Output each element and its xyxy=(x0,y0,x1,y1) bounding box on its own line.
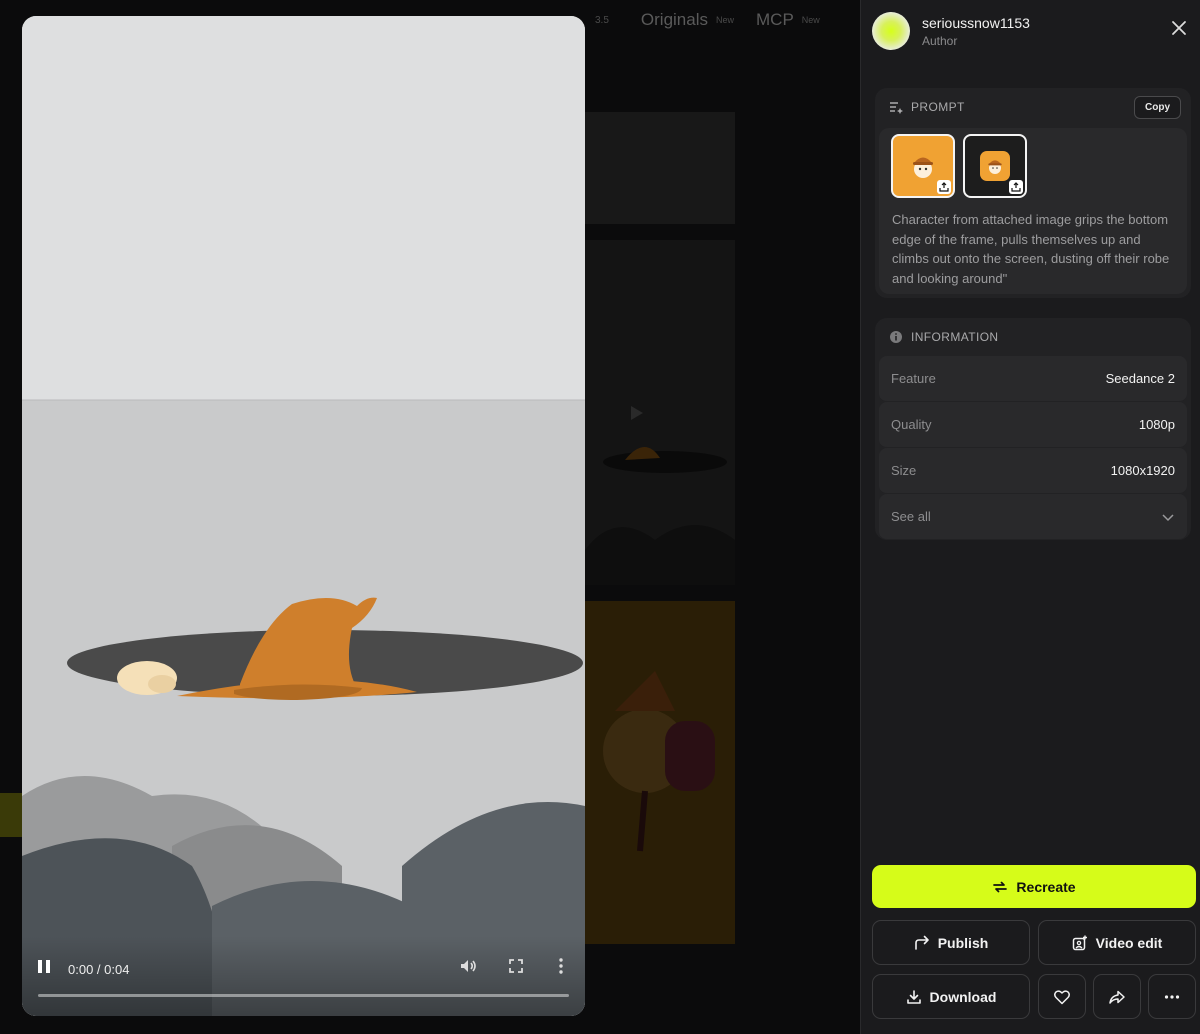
info-key: Feature xyxy=(891,371,936,386)
background-left-strip xyxy=(0,0,22,1034)
see-all-toggle[interactable]: See all xyxy=(879,494,1187,540)
upload-icon[interactable] xyxy=(937,180,951,194)
video-controls: 0:00 / 0:04 xyxy=(22,936,585,1016)
share-button[interactable] xyxy=(1093,974,1141,1019)
video-time: 0:00 / 0:04 xyxy=(68,962,130,977)
publish-button[interactable]: Publish xyxy=(872,920,1030,965)
progress-bar[interactable] xyxy=(38,994,569,997)
upload-icon[interactable] xyxy=(1009,180,1023,194)
information-card: INFORMATION Feature Seedance 2 Quality 1… xyxy=(875,318,1191,540)
background-card xyxy=(585,601,735,944)
more-options-button[interactable] xyxy=(1148,974,1196,1019)
avatar[interactable] xyxy=(872,12,910,50)
info-key: Size xyxy=(891,463,917,478)
background-nav-mcp: MCP New xyxy=(756,10,820,30)
video-player[interactable]: 0:00 / 0:04 xyxy=(22,16,585,1016)
prompt-card: PROMPT Copy Character from attached imag… xyxy=(875,88,1191,298)
background-nav-label: MCP xyxy=(756,10,794,29)
info-key: Quality xyxy=(891,417,932,432)
prompt-icon xyxy=(890,102,903,114)
reference-image-thumbnail[interactable] xyxy=(963,134,1027,198)
more-vertical-icon[interactable] xyxy=(551,956,571,976)
info-icon xyxy=(890,331,902,343)
background-nav-badge: New xyxy=(801,15,820,25)
character-image xyxy=(913,157,933,178)
like-button[interactable] xyxy=(1038,974,1086,1019)
prompt-text: Character from attached image grips the … xyxy=(892,212,1170,286)
information-heading: INFORMATION xyxy=(889,330,999,344)
video-edit-label: Video edit xyxy=(1095,934,1163,951)
volume-icon[interactable] xyxy=(458,956,478,976)
background-nav: 3.5 Originals New MCP New xyxy=(595,10,820,30)
background-card-art xyxy=(603,671,715,852)
reference-image-thumbnail[interactable] xyxy=(891,134,955,198)
download-button[interactable]: Download xyxy=(872,974,1030,1019)
chevron-down-icon xyxy=(1162,513,1174,521)
author-block[interactable]: serioussnow1153 Author xyxy=(872,12,1030,50)
information-rows: Feature Seedance 2 Quality 1080p Size 10… xyxy=(879,356,1187,540)
background-nav-originals: Originals New xyxy=(641,10,734,30)
see-all-label: See all xyxy=(891,509,931,524)
background-nav-badge: New xyxy=(716,15,735,25)
download-icon xyxy=(906,989,921,1004)
video-edit-button[interactable]: Video edit xyxy=(1038,920,1196,965)
recreate-button[interactable]: Recreate xyxy=(872,865,1196,908)
publish-label: Publish xyxy=(937,934,989,951)
info-row-size: Size 1080x1920 xyxy=(879,448,1187,494)
details-panel: serioussnow1153 Author PROMPT Copy Chara… xyxy=(860,0,1200,1034)
background-card xyxy=(585,112,735,224)
pause-button[interactable] xyxy=(38,958,52,976)
repeat-icon xyxy=(993,881,1008,892)
heart-icon xyxy=(1054,989,1070,1004)
prompt-body: Character from attached image grips the … xyxy=(879,128,1187,294)
image-edit-icon xyxy=(1072,935,1087,950)
more-horizontal-icon xyxy=(1164,994,1180,999)
background-version: 3.5 xyxy=(595,14,609,26)
background-button xyxy=(0,793,22,837)
character-image xyxy=(980,151,1010,181)
information-heading-label: INFORMATION xyxy=(911,330,999,344)
info-value: 1080p xyxy=(1138,417,1175,432)
fullscreen-icon[interactable] xyxy=(506,956,526,976)
info-row-feature: Feature Seedance 2 xyxy=(879,356,1187,402)
publish-arrow-icon xyxy=(914,935,929,950)
prompt-heading-label: PROMPT xyxy=(911,100,965,114)
video-frame xyxy=(22,16,585,1016)
recreate-label: Recreate xyxy=(1016,878,1076,895)
download-label: Download xyxy=(929,988,997,1005)
background-card-art xyxy=(585,406,735,585)
close-icon[interactable] xyxy=(1170,19,1188,37)
copy-button[interactable]: Copy xyxy=(1134,96,1181,119)
background-card xyxy=(585,240,735,585)
prompt-heading: PROMPT xyxy=(889,100,965,114)
info-value: Seedance 2 xyxy=(1105,371,1175,386)
author-role: Author xyxy=(922,33,958,48)
author-name[interactable]: serioussnow1153 xyxy=(922,15,1030,31)
info-value: 1080x1920 xyxy=(1110,463,1175,478)
info-row-quality: Quality 1080p xyxy=(879,402,1187,448)
background-nav-label: Originals xyxy=(640,10,708,29)
share-icon xyxy=(1109,990,1125,1004)
